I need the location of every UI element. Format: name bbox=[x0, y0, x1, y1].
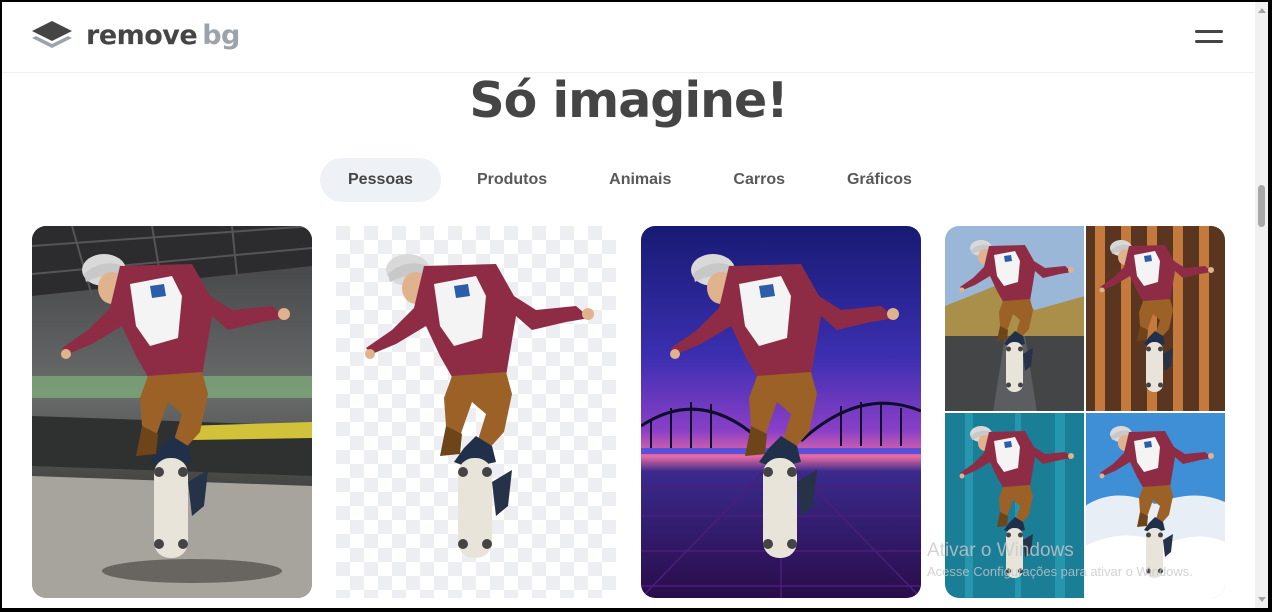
tab-carros[interactable]: Carros bbox=[705, 158, 813, 202]
page-title: Só imagine! bbox=[469, 72, 788, 129]
background-removed bbox=[336, 226, 616, 598]
scroll-down-arrow-icon[interactable] bbox=[1258, 597, 1266, 602]
scroll-up-arrow-icon[interactable] bbox=[1258, 8, 1266, 13]
windows-activation-watermark: Ativar o Windows Acesse Configurações pa… bbox=[927, 540, 1193, 579]
vertical-scrollbar[interactable] bbox=[1255, 2, 1268, 608]
tab-animais[interactable]: Animais bbox=[581, 158, 699, 202]
category-tabs: Pessoas Produtos Animais Carros Gráficos bbox=[320, 158, 940, 202]
tab-pessoas[interactable]: Pessoas bbox=[320, 158, 441, 202]
watermark-line1: Ativar o Windows bbox=[927, 540, 1074, 561]
tab-produtos[interactable]: Produtos bbox=[449, 158, 575, 202]
browser-viewport: remove bg Só imagine! Pessoas Produtos An… bbox=[2, 2, 1268, 608]
hamburger-menu-icon[interactable] bbox=[1195, 27, 1225, 47]
tab-graficos[interactable]: Gráficos bbox=[819, 158, 940, 202]
logo-link[interactable]: remove bg bbox=[30, 19, 240, 51]
layers-logo-icon bbox=[32, 21, 72, 48]
original-photo bbox=[32, 226, 312, 598]
logo-text: remove bg bbox=[86, 19, 240, 51]
scroll-thumb[interactable] bbox=[1258, 185, 1265, 227]
site-header: remove bg bbox=[2, 2, 1255, 73]
watermark-line2: Acesse Configurações para ativar o Windo… bbox=[927, 564, 1193, 579]
new-background-sunset bbox=[641, 226, 921, 598]
